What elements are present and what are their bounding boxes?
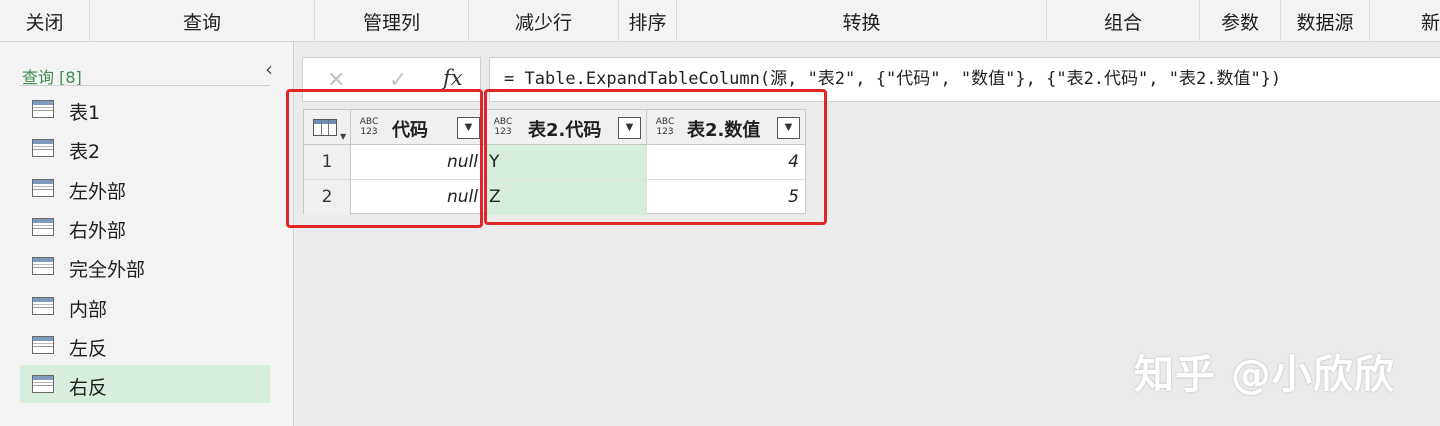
- table-icon: [32, 297, 54, 315]
- annotation-box-left: [286, 89, 483, 228]
- watermark: 知乎 @小欣欣: [1134, 352, 1395, 398]
- ribbon-data-source[interactable]: 数据源: [1281, 0, 1370, 42]
- table-icon: [32, 375, 54, 393]
- query-item-left-outer[interactable]: 左外部: [20, 169, 270, 207]
- query-item-full-outer[interactable]: 完全外部: [20, 247, 270, 285]
- query-item-right-anti[interactable]: 右反: [20, 365, 270, 403]
- query-item-表2[interactable]: 表2: [20, 129, 270, 167]
- query-label: 右外部: [69, 220, 127, 242]
- table-icon: [32, 139, 54, 157]
- ribbon-combine[interactable]: 组合: [1047, 0, 1200, 42]
- query-label: 左反: [69, 338, 108, 360]
- query-item-left-anti[interactable]: 左反: [20, 326, 270, 364]
- table-icon: [32, 218, 54, 236]
- table-icon: [32, 179, 54, 197]
- table-icon: [32, 257, 54, 275]
- query-label: 内部: [69, 299, 108, 321]
- ribbon-new[interactable]: 新: [1370, 0, 1440, 42]
- table-icon: [32, 336, 54, 354]
- query-label: 右反: [69, 377, 108, 399]
- query-label: 表2: [69, 141, 101, 163]
- table-icon: [32, 100, 54, 118]
- query-item-right-outer[interactable]: 右外部: [20, 208, 270, 246]
- query-item-inner[interactable]: 内部: [20, 287, 270, 325]
- annotation-box-right: [484, 89, 827, 225]
- ribbon-parameters[interactable]: 参数: [1200, 0, 1281, 42]
- query-item-表1[interactable]: 表1: [20, 90, 270, 128]
- ribbon-query[interactable]: 查询: [90, 0, 315, 42]
- ribbon-sort[interactable]: 排序: [619, 0, 677, 42]
- query-label: 完全外部: [69, 259, 146, 281]
- collapse-pane-icon[interactable]: ‹: [265, 58, 273, 80]
- ribbon-transform[interactable]: 转换: [677, 0, 1047, 42]
- query-label: 表1: [69, 102, 101, 124]
- query-label: 左外部: [69, 181, 127, 203]
- ribbon-reduce-rows[interactable]: 减少行: [469, 0, 619, 42]
- fx-icon[interactable]: fx: [443, 66, 463, 90]
- queries-divider: [20, 85, 270, 86]
- ribbon-manage-columns[interactable]: 管理列: [315, 0, 469, 42]
- ribbon-close[interactable]: 关闭: [0, 0, 90, 42]
- ribbon: 关闭 查询 管理列 减少行 排序 转换 组合 参数 数据源 新: [0, 0, 1440, 42]
